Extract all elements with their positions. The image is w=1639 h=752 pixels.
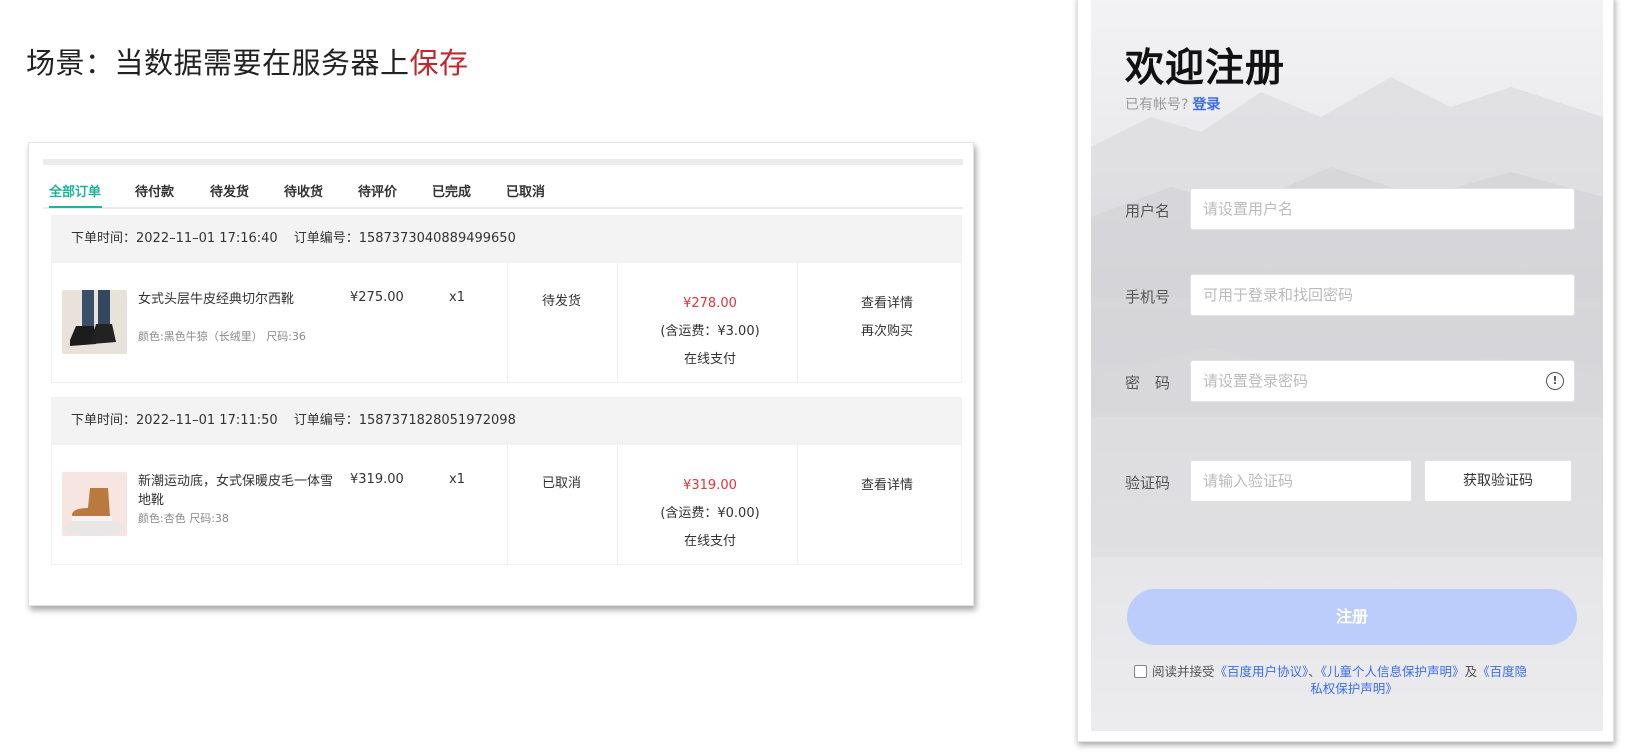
order-row: 新潮运动底，女式保暖皮毛一体雪地靴 颜色:杏色 尺码:38 ¥319.00 x1… (51, 443, 962, 565)
product-name[interactable]: 新潮运动底，女式保暖皮毛一体雪地靴 (138, 472, 333, 510)
payment-info: ¥319.00 (含运费：¥0.00) 在线支付 (630, 472, 790, 556)
password-input[interactable] (1190, 360, 1575, 402)
total-amount: ¥278.00 (683, 296, 737, 311)
agree-and: 及 (1464, 664, 1478, 679)
privacy-policy-link[interactable]: 《百度隐 (1477, 664, 1527, 679)
orders-top-bar (43, 159, 963, 165)
column-divider (617, 444, 618, 564)
product-attributes: 颜色:杏色 尺码:38 (138, 512, 229, 525)
username-label: 用户名 (1125, 202, 1171, 220)
username-input[interactable] (1190, 188, 1575, 230)
login-link[interactable]: 登录 (1192, 97, 1220, 113)
order-row: 女式头层牛皮经典切尔西靴 颜色:黑色牛猄（长绒里） 尺码:36 ¥275.00 … (51, 261, 962, 383)
order-tabs: 全部订单 待付款 待发货 待收货 待评价 已完成 已取消 (43, 181, 963, 209)
view-details-link[interactable]: 查看详情 (842, 290, 932, 318)
verification-code-label: 验证码 (1125, 474, 1171, 492)
unit-price: ¥275.00 (350, 290, 404, 305)
quantity: x1 (449, 472, 465, 487)
column-divider (507, 444, 508, 564)
register-title: 欢迎注册 (1125, 46, 1286, 91)
order-time: 下单时间：2022–11–01 17:16:40 (71, 231, 278, 246)
slide-title: 场景：当数据需要在服务器上保存 (26, 40, 469, 82)
column-divider (797, 262, 798, 382)
quantity: x1 (449, 290, 465, 305)
column-divider (617, 262, 618, 382)
view-details-link[interactable]: 查看详情 (842, 472, 932, 500)
tab-all-orders[interactable]: 全部订单 (49, 181, 101, 200)
tab-pending-payment[interactable]: 待付款 (135, 181, 174, 200)
register-panel: 欢迎注册 已有帐号?登录 用户名 手机号 密 码 ! 验证码 获取验证码 注册 … (1077, 0, 1614, 742)
phone-label: 手机号 (1125, 288, 1171, 306)
product-image[interactable] (62, 472, 127, 536)
order-actions: 查看详情 再次购买 (842, 290, 932, 346)
tab-pending-review[interactable]: 待评价 (358, 181, 397, 200)
total-amount: ¥319.00 (683, 478, 737, 493)
shipping-fee: (含运费：¥3.00) (660, 324, 760, 339)
payment-method: 在线支付 (683, 534, 736, 549)
password-label: 密 码 (1125, 374, 1171, 392)
order-number: 订单编号：1587373040889499650 (293, 231, 516, 246)
slide-title-highlight: 保存 (409, 46, 469, 80)
product-image[interactable] (62, 290, 127, 354)
product-name[interactable]: 女式头层牛皮经典切尔西靴 (138, 290, 333, 309)
agree-separator: 、 (1308, 664, 1321, 679)
order-status: 已取消 (542, 476, 582, 491)
shipping-fee: (含运费：¥0.00) (660, 506, 760, 521)
order-time: 下单时间：2022–11–01 17:11:50 (71, 413, 278, 428)
agree-prefix: 阅读并接受 (1152, 664, 1215, 679)
order-actions: 查看详情 (842, 472, 932, 500)
tab-pending-receipt[interactable]: 待收货 (284, 181, 323, 200)
privacy-policy-link-cont[interactable]: 私权保护声明》 (1134, 680, 1574, 697)
column-divider (797, 444, 798, 564)
login-prompt: 已有帐号? 登录 (1125, 94, 1220, 114)
column-divider (507, 262, 508, 382)
payment-method: 在线支付 (683, 352, 736, 367)
order-number: 订单编号：1587371828051972098 (293, 413, 516, 428)
product-attributes: 颜色:黑色牛猄（长绒里） 尺码:36 (138, 330, 306, 343)
buy-again-link[interactable]: 再次购买 (842, 318, 932, 346)
user-agreement-link[interactable]: 《百度用户协议》 (1215, 664, 1309, 679)
orders-panel: 全部订单 待付款 待发货 待收货 待评价 已完成 已取消 下单时间：2022–1… (28, 142, 974, 606)
slide-title-text: 场景：当数据需要在服务器上 (26, 46, 410, 80)
payment-info: ¥278.00 (含运费：¥3.00) 在线支付 (630, 290, 790, 374)
active-tab-indicator (49, 206, 102, 208)
order-header: 下单时间：2022–11–01 17:16:40 订单编号：15873730408… (51, 215, 962, 263)
tab-cancelled[interactable]: 已取消 (506, 181, 545, 200)
verification-code-input[interactable] (1190, 460, 1412, 502)
get-code-button[interactable]: 获取验证码 (1424, 460, 1572, 502)
have-account-text: 已有帐号? (1125, 97, 1189, 113)
child-privacy-link[interactable]: 《儿童个人信息保护声明》 (1321, 664, 1465, 679)
unit-price: ¥319.00 (350, 472, 404, 487)
register-button[interactable]: 注册 (1127, 589, 1577, 645)
password-info-icon[interactable]: ! (1546, 372, 1564, 390)
agreement-text: 阅读并接受《百度用户协议》、《儿童个人信息保护声明》及《百度隐 私权保护声明》 (1134, 663, 1574, 697)
tab-pending-shipment[interactable]: 待发货 (210, 181, 249, 200)
order-header: 下单时间：2022–11–01 17:11:50 订单编号：15873718280… (51, 397, 962, 445)
order-status: 待发货 (542, 294, 582, 309)
tab-completed[interactable]: 已完成 (432, 181, 471, 200)
agree-checkbox[interactable] (1134, 665, 1147, 678)
phone-input[interactable] (1190, 274, 1575, 316)
